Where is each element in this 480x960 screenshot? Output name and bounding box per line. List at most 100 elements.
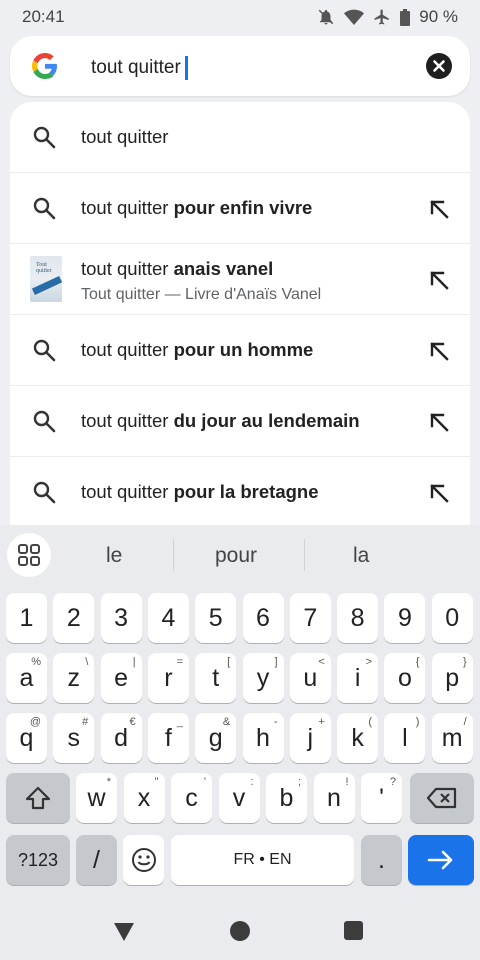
- search-icon: [32, 338, 56, 367]
- key-2[interactable]: 2: [53, 593, 95, 643]
- key-3[interactable]: 3: [100, 593, 142, 643]
- list-item[interactable]: tout quitter pour enfin vivre: [10, 173, 470, 244]
- key-5[interactable]: 5: [195, 593, 237, 643]
- key-secondary-label: !: [345, 776, 349, 788]
- symbols-key[interactable]: ?123: [6, 835, 70, 885]
- key-8[interactable]: 8: [337, 593, 379, 643]
- search-query-text: tout quitter: [91, 57, 181, 78]
- key-n[interactable]: n!: [313, 773, 355, 823]
- key-y[interactable]: y]: [242, 653, 284, 703]
- slash-key[interactable]: /: [76, 835, 117, 885]
- key-i[interactable]: i >: [337, 653, 379, 703]
- key-x[interactable]: x ": [123, 773, 165, 823]
- key-apostrophe[interactable]: '?: [361, 773, 402, 823]
- key-secondary-label: @: [29, 716, 41, 728]
- key-secondary-label: }: [463, 656, 467, 668]
- key-secondary-label: ): [415, 716, 420, 728]
- key-secondary-label: \: [85, 656, 89, 668]
- suggestion-text: tout quitter pour un homme: [81, 339, 314, 360]
- list-item[interactable]: tout quitter pour un homme: [10, 315, 470, 386]
- key-p[interactable]: p}: [431, 653, 473, 703]
- list-item[interactable]: tout quitter: [10, 102, 470, 173]
- key-secondary-label: -: [273, 716, 278, 728]
- key-label: r: [164, 663, 173, 692]
- key-d[interactable]: d €: [100, 713, 142, 763]
- clear-search-icon[interactable]: [426, 53, 452, 84]
- enter-key[interactable]: [408, 835, 474, 885]
- key-label: 8: [350, 603, 365, 632]
- key-secondary-label: [: [227, 656, 231, 668]
- key-r[interactable]: r =: [147, 653, 189, 703]
- prediction-2[interactable]: pour: [215, 544, 257, 568]
- search-box[interactable]: tout quitter: [10, 36, 470, 96]
- key-h[interactable]: h-: [242, 713, 284, 763]
- shift-key[interactable]: [6, 773, 70, 823]
- key-secondary-label: {: [415, 656, 420, 668]
- key-label: 2: [66, 603, 81, 632]
- key-label: j: [307, 723, 314, 752]
- key-s[interactable]: s #: [53, 713, 95, 763]
- key-secondary-label: <: [318, 656, 325, 668]
- prediction-1[interactable]: le: [106, 544, 122, 568]
- key-b[interactable]: b;: [266, 773, 307, 823]
- suggestion-text: tout quitter pour la bretagne: [81, 481, 319, 502]
- home-icon[interactable]: [230, 921, 250, 941]
- key-o[interactable]: o{: [384, 653, 426, 703]
- key-w[interactable]: w *: [76, 773, 117, 823]
- fill-query-arrow-icon[interactable]: [428, 340, 450, 367]
- key-j[interactable]: j +: [289, 713, 331, 763]
- key-g[interactable]: g &: [195, 713, 237, 763]
- fill-query-arrow-icon[interactable]: [428, 269, 450, 296]
- prediction-3[interactable]: la: [353, 544, 369, 568]
- key-m[interactable]: m /: [431, 713, 473, 763]
- key-label: b: [279, 783, 294, 812]
- back-icon[interactable]: [113, 922, 135, 947]
- key-secondary-label: /: [463, 716, 467, 728]
- recent-apps-icon[interactable]: [344, 921, 363, 940]
- key-k[interactable]: k(: [337, 713, 379, 763]
- key-f[interactable]: f _: [147, 713, 189, 763]
- key-label: u: [303, 663, 318, 692]
- key-v[interactable]: v:: [218, 773, 260, 823]
- search-input[interactable]: tout quitter: [91, 56, 188, 80]
- key-4[interactable]: 4: [147, 593, 189, 643]
- key-secondary-label: *: [106, 776, 111, 788]
- key-secondary-label: ?: [389, 776, 396, 788]
- backspace-key[interactable]: [410, 773, 474, 823]
- key-z[interactable]: z \: [53, 653, 95, 703]
- key-6[interactable]: 6: [242, 593, 284, 643]
- search-icon: [32, 196, 56, 225]
- fill-query-arrow-icon[interactable]: [428, 198, 450, 225]
- list-item[interactable]: Tout quitter tout quitter anais vanel To…: [10, 244, 470, 315]
- key-u[interactable]: u <: [289, 653, 331, 703]
- list-item[interactable]: tout quitter pour la bretagne: [10, 457, 470, 525]
- key-7[interactable]: 7: [289, 593, 331, 643]
- key-c[interactable]: c ': [171, 773, 212, 823]
- key-9[interactable]: 9: [384, 593, 426, 643]
- space-key[interactable]: FR • EN: [171, 835, 354, 885]
- apps-grid-icon[interactable]: [7, 533, 51, 577]
- fill-query-arrow-icon[interactable]: [428, 411, 450, 438]
- text-cursor: [184, 56, 188, 80]
- key-0[interactable]: 0: [431, 593, 473, 643]
- key-q[interactable]: q @: [6, 713, 47, 763]
- key-1[interactable]: 1: [6, 593, 47, 643]
- fill-query-arrow-icon[interactable]: [428, 482, 450, 509]
- key-l[interactable]: l): [384, 713, 426, 763]
- key-label: v: [232, 783, 246, 812]
- key-secondary-label: =: [176, 656, 183, 668]
- mute-notifications-icon: [317, 8, 335, 26]
- key-secondary-label: €: [129, 716, 136, 728]
- key-e[interactable]: e |: [100, 653, 142, 703]
- key-label: z: [67, 663, 81, 692]
- key-t[interactable]: t[: [195, 653, 237, 703]
- wifi-icon: [344, 9, 365, 26]
- list-item[interactable]: tout quitter du jour au lendemain: [10, 386, 470, 457]
- suggestion-subtitle: Tout quitter — Livre d'Anaïs Vanel: [81, 286, 322, 303]
- key-a[interactable]: a%: [6, 653, 47, 703]
- key-secondary-label: +: [318, 716, 325, 728]
- suggestion-text: tout quitter du jour au lendemain: [81, 410, 360, 431]
- arrow-right-icon: [427, 850, 453, 870]
- emoji-key[interactable]: [123, 835, 164, 885]
- period-key[interactable]: .: [361, 835, 402, 885]
